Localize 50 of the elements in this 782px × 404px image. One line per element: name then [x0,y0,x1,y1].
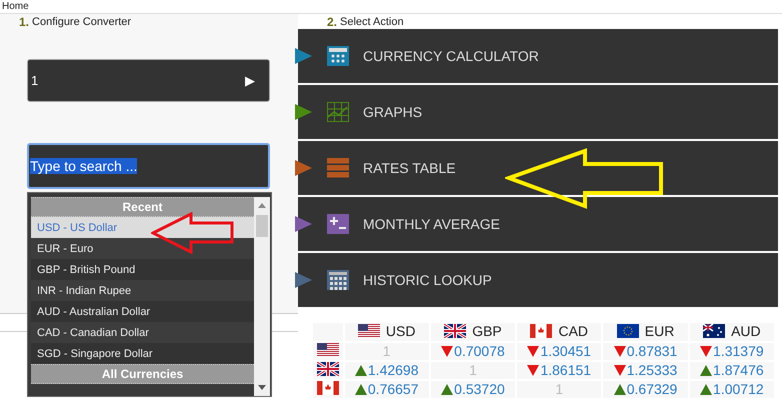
rows-icon [327,158,349,178]
scroll-down-icon[interactable] [258,385,266,390]
action-menu-item[interactable]: HISTORIC LOOKUP [298,253,778,307]
flag-icon [616,324,639,338]
rate-cell: 1.86151 [516,361,602,380]
step-number: 1. [19,15,30,29]
scroll-thumb[interactable] [256,215,268,237]
action-menu-item[interactable]: CURRENCY CALCULATOR [298,29,778,83]
rate-cell: 0.53720 [430,380,516,399]
amount-field[interactable]: 1 ▶ [27,59,270,102]
calendar-icon [327,270,349,290]
currency-option[interactable]: GBP - British Pound [31,259,254,280]
rate-cell: 1.25333 [602,361,689,380]
rate-cell: 0.70078 [430,342,516,361]
section-title: Configure Converter [32,16,132,28]
scroll-up-icon[interactable] [258,203,266,208]
currency-code: USD [386,323,416,339]
scrollbar[interactable] [254,197,270,396]
currency-option[interactable]: SGD - Singapore Dollar [31,343,254,364]
rate-cell: 1 [516,380,602,399]
play-icon: ▶ [245,73,255,88]
currency-code: EUR [644,323,674,339]
rate-cell: 1.31379 [688,342,775,361]
section-title: Select Action [340,16,404,28]
calculator-icon [327,46,349,66]
rate-cell: 0.67329 [602,380,689,399]
rate-cell: 1.87476 [688,361,775,380]
currency-option[interactable]: AUD - Australian Dollar [31,301,254,322]
currency-code: CAD [558,323,588,339]
action-menu-item[interactable]: MONTHLY AVERAGE [298,197,778,251]
group-header: All Currencies [31,364,254,384]
currency-option[interactable]: USD - US Dollar [31,217,254,238]
action-menu-item[interactable]: RATES TABLE [298,141,778,195]
group-header: Recent [31,197,254,217]
search-field[interactable]: Type to search ... [27,143,270,189]
step-number: 2. [327,15,338,29]
rate-cell: 1.42698 [344,361,430,380]
amount-value: 1 [31,73,38,88]
rate-cell: 1 [344,342,430,361]
plus-minus-icon [327,214,349,234]
currency-code: AUD [731,323,761,339]
action-menu-item[interactable]: GRAPHS [298,85,778,139]
currency-code: GBP [472,323,502,339]
breadcrumb-link[interactable]: Home [2,0,29,13]
rate-cell: 1.00712 [688,380,775,399]
rate-cell: 0.87831 [602,342,689,361]
rate-cell: 0.76657 [344,380,430,399]
chart-icon [327,102,349,122]
rate-cell: 1.30451 [516,342,602,361]
rate-cell: 1 [430,361,516,380]
